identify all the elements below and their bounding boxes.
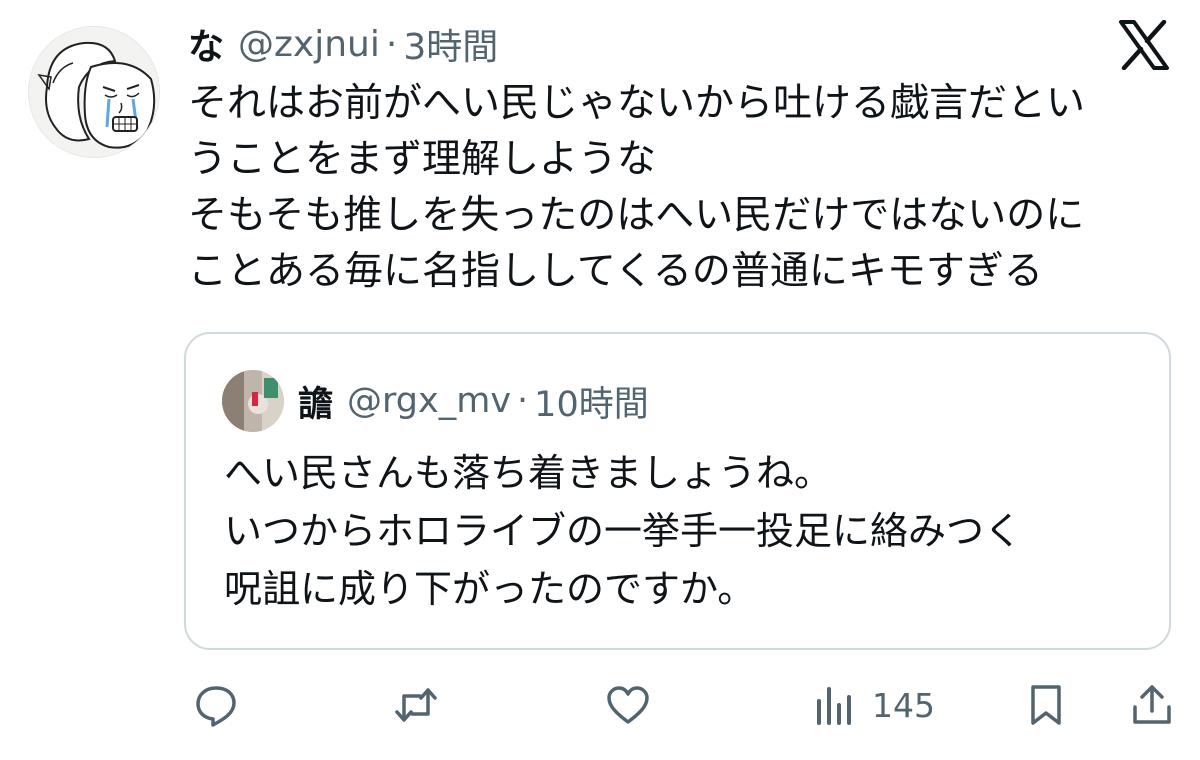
tweet-text-line: うことをまず理解しような	[188, 137, 657, 182]
tweet-text-line: そもそも推しを失ったのはへい民だけではないのに	[188, 193, 1085, 238]
quoted-author-display-name[interactable]: 譫	[298, 376, 333, 427]
wojak-avatar-image	[29, 27, 159, 157]
x-logo-icon[interactable]	[1118, 20, 1170, 70]
views-count: 145	[872, 685, 935, 725]
reply-button[interactable]	[194, 680, 238, 730]
tweet-text-line: それはお前がへい民じゃないから吐ける戯言だとい	[188, 81, 1086, 126]
quoted-tweet-timestamp[interactable]: 10時間	[534, 376, 649, 427]
bar-chart-icon	[817, 687, 851, 725]
quoted-text-line: いつからホロライブの一挙手一投足に絡みつく	[224, 509, 1023, 553]
views-button[interactable]: 145	[814, 680, 935, 730]
author-avatar[interactable]	[28, 26, 160, 158]
bookmark-button[interactable]	[1024, 680, 1068, 730]
quoted-text-line: へい民さんも落ち着きましょうね。	[224, 451, 833, 495]
retweet-arrows-icon	[395, 688, 437, 722]
author-handle[interactable]: @zxjnui	[238, 24, 380, 65]
tweet-card: な @zxjnui · 3時間 それはお前がへい民じゃないから吐ける戯言だとい …	[0, 0, 1200, 760]
like-button[interactable]	[606, 680, 650, 730]
speech-bubble-icon	[196, 686, 236, 727]
quoted-tweet-text: へい民さんも落ち着きましょうね。 いつからホロライブの一挙手一投足に絡みつく 呪…	[224, 444, 1154, 618]
tweet-text-line: ことある毎に名指ししてくるの普通にキモすぎる	[188, 249, 1043, 294]
tweet-text: それはお前がへい民じゃないから吐ける戯言だとい うことをまず理解しような そもそ…	[188, 76, 1173, 300]
tweet-header: な @zxjnui · 3時間	[188, 18, 498, 70]
bookmark-icon	[1031, 685, 1061, 725]
share-upload-icon	[1133, 685, 1171, 724]
quoted-header-separator: ·	[517, 381, 529, 421]
quoted-author-handle[interactable]: @rgx_mv	[347, 381, 511, 421]
author-display-name[interactable]: な	[188, 18, 224, 70]
quoted-avatar-image	[222, 370, 284, 432]
quoted-tweet-header: 譫 @rgx_mv · 10時間	[298, 376, 649, 427]
quoted-author-avatar[interactable]	[222, 370, 284, 432]
heart-icon	[607, 686, 649, 724]
share-button[interactable]	[1130, 680, 1174, 730]
quoted-tweet-card[interactable]: 譫 @rgx_mv · 10時間 へい民さんも落ち着きましょうね。 いつからホロ…	[184, 332, 1171, 650]
tweet-action-bar: 145	[184, 680, 1174, 730]
retweet-button[interactable]	[394, 680, 438, 730]
quoted-text-line: 呪詛に成り下がったのですか。	[224, 567, 756, 611]
tweet-timestamp[interactable]: 3時間	[403, 18, 498, 70]
header-separator: ·	[385, 23, 398, 65]
